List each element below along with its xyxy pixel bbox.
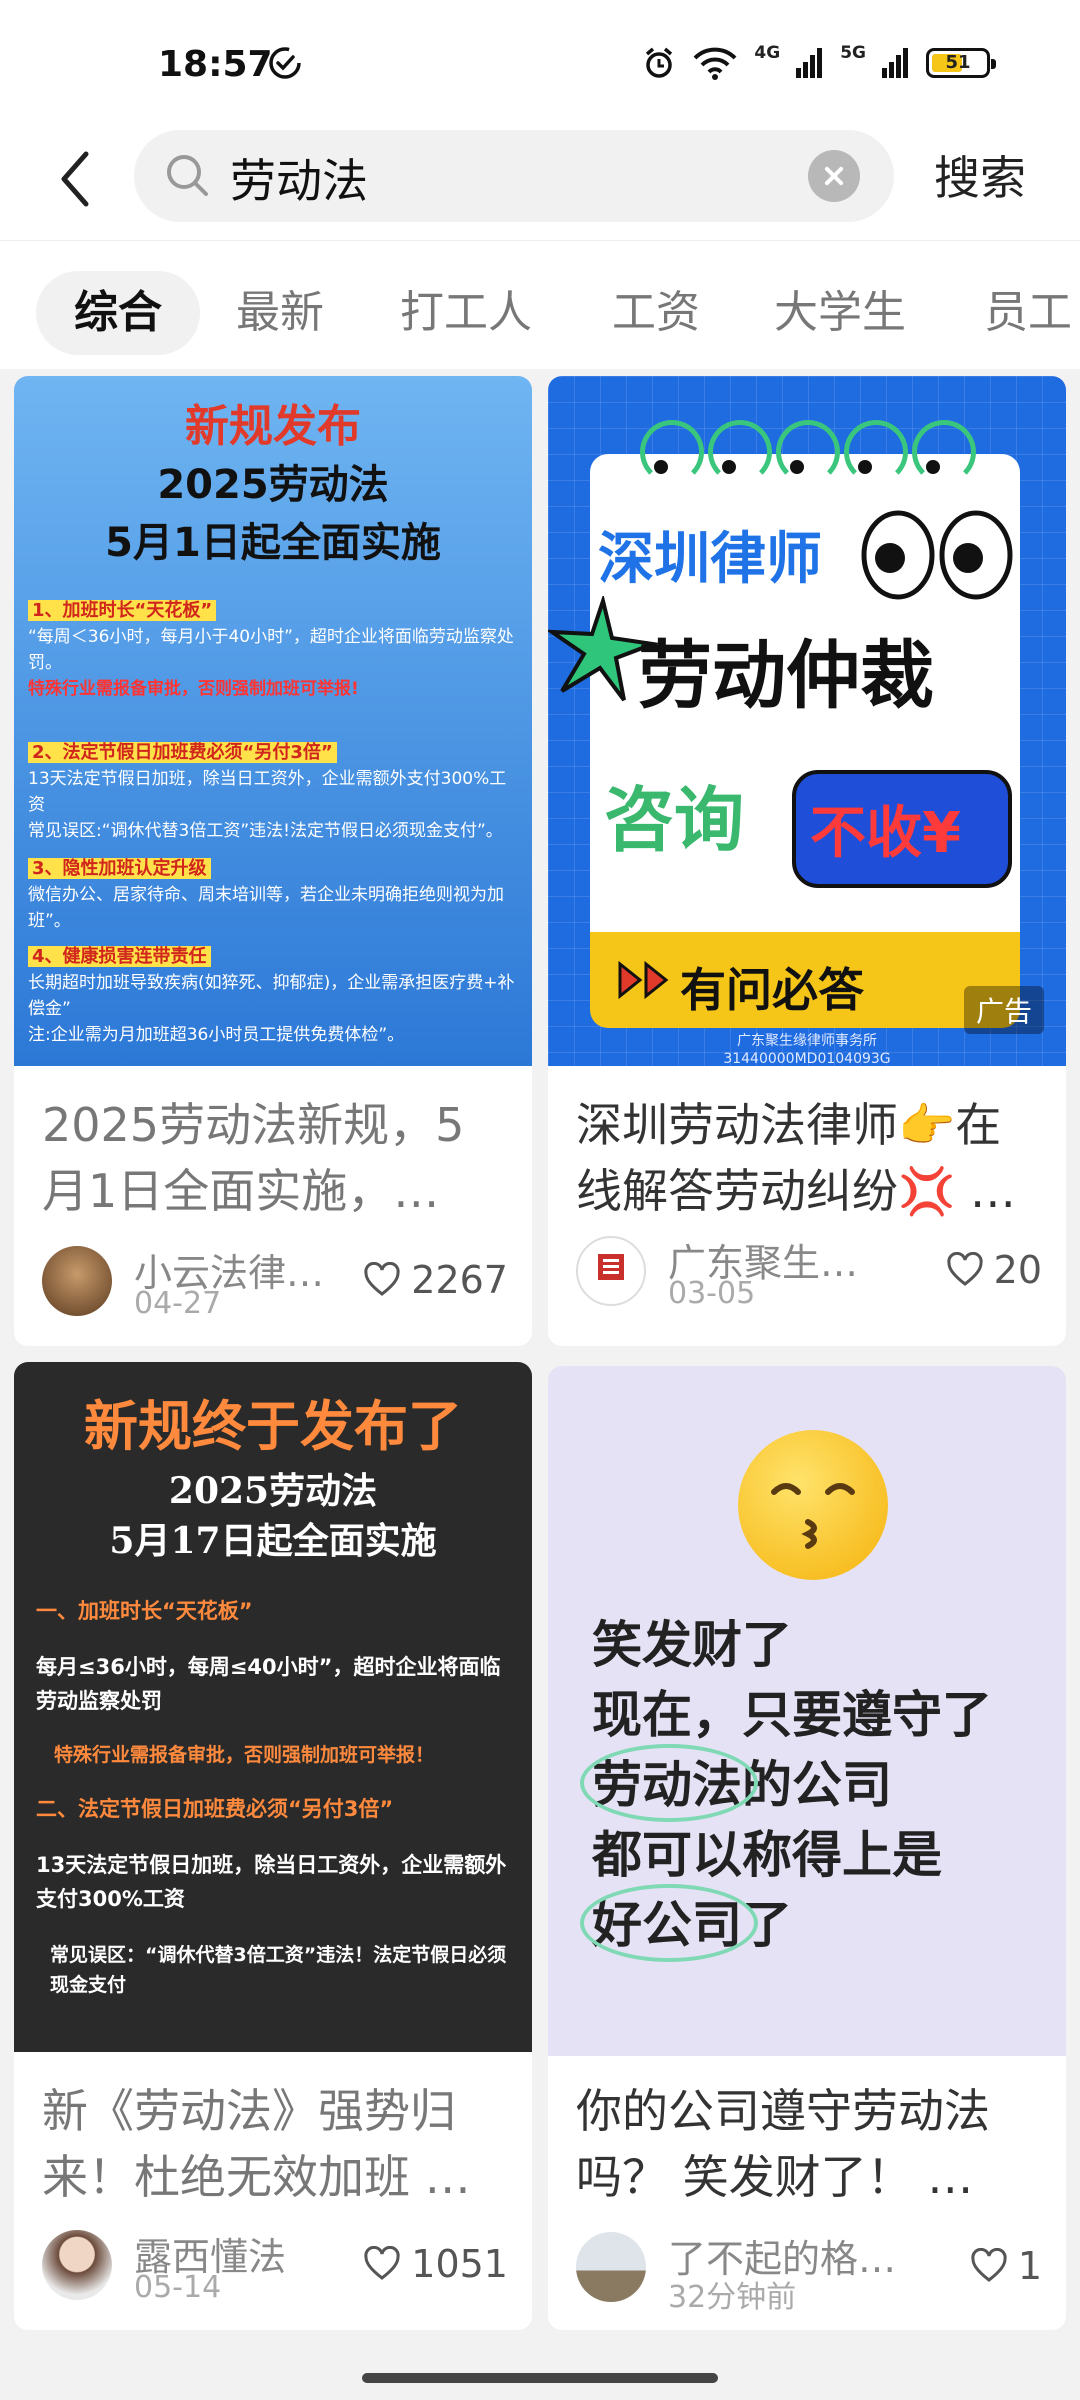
post-title[interactable]: 深圳劳动法律师👉在线解答劳动纠纷💢 … — [576, 1092, 1042, 1224]
cover-subtitle: 5月17日起全面实施 — [109, 1520, 437, 1562]
like-count: 1 — [1017, 2244, 1042, 2288]
search-icon — [167, 155, 208, 196]
cover-text: 13天法定节假日加班，除当日工资外，企业需额外支付300%工资 — [36, 1853, 507, 1911]
cover-band: 有问必答 — [590, 932, 1020, 1028]
search-header: 劳动法 搜索 — [0, 130, 1080, 240]
cover-badge: 不收¥ — [792, 770, 1012, 888]
signal-icon — [796, 48, 823, 78]
cover-text: 特殊行业需报备审批，否则强制加班可举报！ — [54, 1744, 435, 1766]
search-button[interactable]: 搜索 — [934, 142, 1026, 208]
network-4g-label: 4G — [754, 42, 781, 63]
like-button[interactable]: 2267 — [363, 1258, 508, 1302]
filter-tabs: 综合 最新 打工人 工资 大学生 员工 — [0, 240, 1080, 369]
feed-card[interactable]: 新规发布 2025劳动法 5月1日起全面实施 1、加班时长“天花板” “每周＜3… — [14, 376, 532, 1346]
feed-card-ad[interactable]: 深圳律师 劳动仲裁 咨询 不收¥ 有问必答 广东聚生缘律师事务所 3144000… — [548, 376, 1066, 1346]
post-cover-image[interactable]: 新规发布 2025劳动法 5月1日起全面实施 1、加班时长“天花板” “每周＜3… — [14, 376, 532, 1066]
clear-icon[interactable] — [808, 150, 860, 202]
cover-subtitle: 2025劳动法 — [168, 1470, 378, 1512]
avatar[interactable] — [576, 1236, 646, 1306]
avatar[interactable] — [42, 1246, 112, 1316]
post-date: 03-05 — [668, 1276, 756, 1311]
cover-text: 每月≤36小时，每周≤40小时”，超时企业将面临劳动监察处罚 — [36, 1655, 501, 1713]
cover-footer: 广东聚生缘律师事务所 31440000MD0104093G — [723, 1033, 891, 1067]
battery-level: 51 — [945, 52, 971, 73]
home-indicator[interactable] — [362, 2373, 718, 2383]
heart-icon — [971, 2248, 1007, 2282]
search-input[interactable]: 劳动法 — [134, 130, 894, 222]
cover-section: 4、健康损害连带责任 长期超时加班导致疾病(如猝死、抑郁症)，企业需承担医疗费+… — [28, 946, 515, 1045]
like-count: 1051 — [411, 2242, 508, 2286]
status-bar: 18:57 4G 5G 51 — [0, 0, 1080, 130]
battery-icon: 51 — [926, 48, 996, 78]
like-button[interactable]: 20 — [946, 1248, 1042, 1292]
heart-icon — [364, 2246, 400, 2280]
tab-college-students[interactable]: 大学生 — [774, 271, 906, 355]
like-button[interactable]: 1051 — [363, 2242, 508, 2286]
cover-headline: 咨询 — [604, 779, 744, 861]
post-meta: 广东聚生… 03-05 20 — [576, 1232, 1042, 1312]
status-time: 18:57 — [158, 44, 273, 85]
cover-headline: 新规发布 — [185, 401, 361, 452]
cover-section: 3、隐性加班认定升级 微信办公、居家待命、周末培训等，若企业未明确拒绝则视为加班… — [28, 858, 504, 931]
kissing-face-emoji-icon — [738, 1430, 888, 1580]
post-cover-image[interactable]: 笑发财了 现在，只要遵守了 劳动法的公司 都可以称得上是 好公司了 — [548, 1366, 1066, 2056]
cover-subtitle: 5月1日起全面实施 — [105, 520, 441, 566]
tab-salary[interactable]: 工资 — [612, 271, 700, 355]
post-title[interactable]: 你的公司遵守劳动法吗？ 笑发财了！ … — [576, 2078, 1042, 2210]
cover-subtitle: 2025劳动法 — [157, 462, 389, 508]
wifi-icon — [693, 47, 737, 80]
post-date: 05-14 — [134, 2270, 222, 2305]
cover-headline: 新规终于发布了 — [84, 1395, 462, 1458]
heart-icon — [947, 1252, 983, 1286]
post-title[interactable]: 2025劳动法新规，5月1日全面实施，… — [42, 1092, 508, 1224]
check-icon — [269, 47, 301, 79]
signal-icon — [882, 48, 908, 78]
cover-section-title: 二、法定节假日加班费必须“另付3倍” — [36, 1797, 394, 1821]
like-count: 20 — [993, 1248, 1042, 1292]
post-date: 04-27 — [134, 1286, 222, 1321]
network-5g-label: 5G — [840, 42, 866, 63]
ad-badge: 广告 — [963, 986, 1044, 1034]
cover-headline: 劳动仲裁 — [638, 633, 934, 719]
cover-headline: 深圳律师 — [598, 527, 822, 592]
cover-section-title: 一、加班时长“天花板” — [36, 1599, 253, 1623]
tab-workers[interactable]: 打工人 — [400, 271, 532, 355]
feed-card[interactable]: 笑发财了 现在，只要遵守了 劳动法的公司 都可以称得上是 好公司了 你的公司遵守… — [548, 1366, 1066, 2330]
post-meta: 了不起的格… 32分钟前 1 — [576, 2228, 1042, 2315]
post-cover-image[interactable]: 深圳律师 劳动仲裁 咨询 不收¥ 有问必答 广东聚生缘律师事务所 3144000… — [548, 376, 1066, 1067]
avatar[interactable] — [42, 2230, 112, 2300]
avatar[interactable] — [576, 2232, 646, 2302]
double-arrow-icon — [618, 960, 669, 1000]
like-button[interactable]: 1 — [970, 2244, 1042, 2288]
back-arrow-icon[interactable] — [48, 144, 108, 214]
alarm-icon — [646, 47, 673, 78]
post-meta: 小云法律… 04-27 2267 — [42, 1242, 508, 1322]
cover-section: 1、加班时长“天花板” “每周＜36小时，每月小于40小时”，超时企业将面临劳动… — [28, 600, 514, 699]
like-count: 2267 — [411, 1258, 508, 1302]
tab-comprehensive[interactable]: 综合 — [36, 271, 200, 355]
cover-section: 2、法定节假日加班费必须“另付3倍” 13天法定节假日加班，除当日工资外，企业需… — [28, 742, 507, 841]
search-query[interactable]: 劳动法 — [230, 145, 368, 211]
law-firm-logo-icon — [598, 1254, 624, 1280]
eyes-icon — [861, 510, 1013, 600]
heart-icon — [364, 1262, 400, 1296]
tab-latest[interactable]: 最新 — [236, 271, 324, 355]
post-meta: 露西懂法 05-14 1051 — [42, 2226, 508, 2306]
tab-employees[interactable]: 员工 — [984, 271, 1072, 355]
post-date: 32分钟前 — [668, 2280, 797, 2315]
cover-text: 常见误区：“调休代替3倍工资”违法！法定节假日必须现金支付 — [50, 1944, 507, 1996]
feed-card[interactable]: 新规终于发布了 2025劳动法 5月17日起全面实施 一、加班时长“天花板” 每… — [14, 1362, 532, 2330]
post-title[interactable]: 新《劳动法》强势归来！杜绝无效加班 … — [42, 2078, 508, 2210]
post-cover-image[interactable]: 新规终于发布了 2025劳动法 5月17日起全面实施 一、加班时长“天花板” 每… — [14, 1362, 532, 2052]
